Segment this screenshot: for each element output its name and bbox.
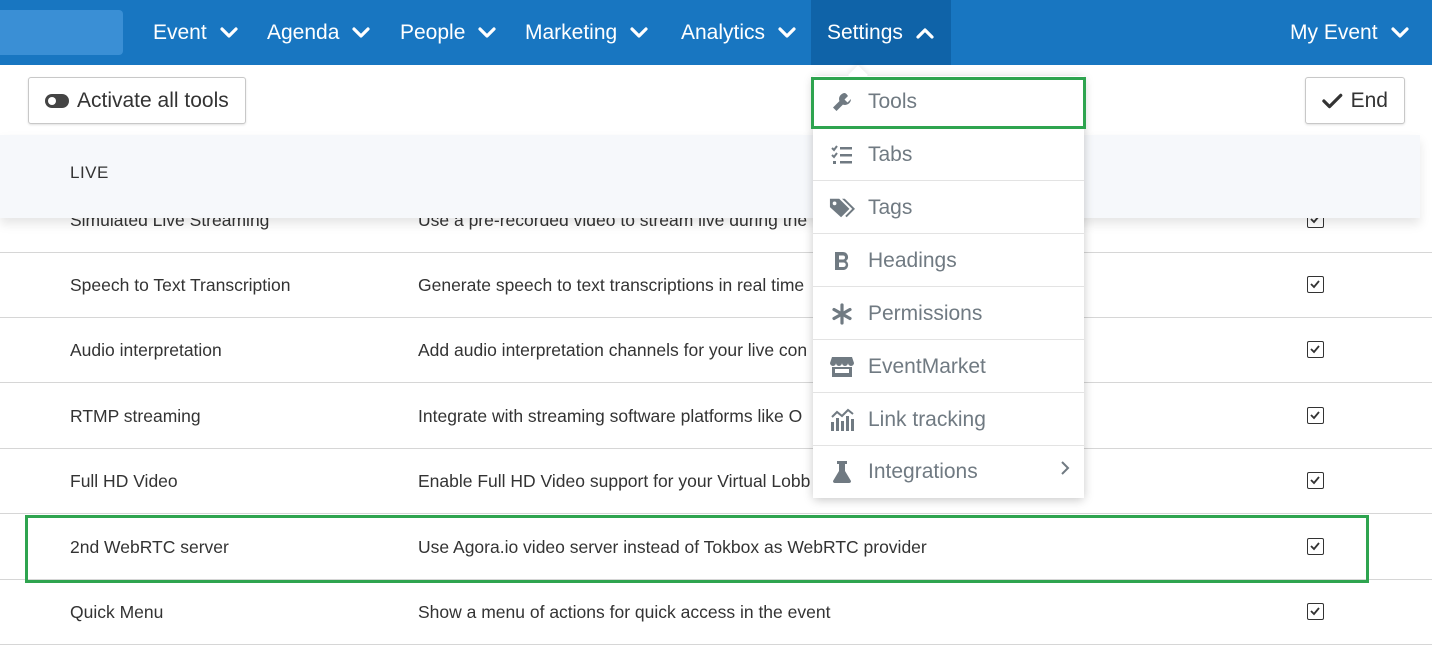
enabled-checkbox[interactable] <box>1307 603 1324 620</box>
section-header-live: LIVE <box>0 135 1420 218</box>
nav-my-event-label: My Event <box>1290 20 1378 44</box>
activate-all-tools-label: Activate all tools <box>77 88 229 112</box>
check-icon <box>1310 345 1320 354</box>
nav-event[interactable]: Event <box>153 0 239 65</box>
check-icon <box>1322 93 1343 108</box>
table-row: Full HD Video Enable Full HD Video suppo… <box>0 449 1432 514</box>
tool-description: Enable Full HD Video support for your Vi… <box>418 471 811 491</box>
chevron-right-icon <box>1061 461 1070 475</box>
end-button[interactable]: End <box>1305 77 1405 124</box>
store-icon <box>829 354 855 380</box>
menu-item-eventmarket[interactable]: EventMarket <box>813 341 1084 393</box>
check-icon <box>1310 607 1320 616</box>
menu-item-label: Tabs <box>868 142 913 166</box>
nav-people[interactable]: People <box>400 0 497 65</box>
enabled-checkbox[interactable] <box>1307 276 1324 293</box>
enabled-checkbox[interactable] <box>1307 538 1324 555</box>
menu-item-label: Integrations <box>868 460 978 483</box>
chevron-down-icon <box>778 26 796 38</box>
check-icon <box>1310 411 1320 420</box>
tool-description: Generate speech to text transcriptions i… <box>418 275 805 295</box>
list-check-icon <box>829 142 855 168</box>
menu-item-label: Permissions <box>868 301 983 325</box>
nav-analytics-label: Analytics <box>681 20 766 44</box>
enabled-checkbox[interactable] <box>1307 341 1324 358</box>
tool-name: 2nd WebRTC server <box>70 537 229 557</box>
nav-marketing[interactable]: Marketing <box>525 0 649 65</box>
menu-item-link-tracking[interactable]: Link tracking <box>813 394 1084 446</box>
menu-item-label: Headings <box>868 248 957 272</box>
chevron-down-icon <box>630 26 648 38</box>
nav-marketing-label: Marketing <box>525 20 618 44</box>
settings-dropdown-menu: Tools Tabs Tags Headings Permissions Eve… <box>813 76 1084 498</box>
tool-description: Integrate with streaming software platfo… <box>418 406 803 426</box>
menu-item-integrations[interactable]: Integrations <box>813 446 1084 498</box>
menu-item-headings[interactable]: Headings <box>813 235 1084 287</box>
wrench-icon <box>829 89 855 115</box>
chevron-down-icon <box>220 26 238 38</box>
chevron-down-icon <box>478 26 496 38</box>
asterisk-icon <box>829 301 855 327</box>
nav-people-label: People <box>400 20 466 44</box>
toolbar: Activate all tools End <box>0 65 1432 135</box>
tool-name: Speech to Text Transcription <box>70 275 291 295</box>
tool-description: Add audio interpretation channels for yo… <box>418 340 808 360</box>
tool-name: Quick Menu <box>70 602 164 622</box>
nav-agenda[interactable]: Agenda <box>267 0 371 65</box>
chevron-down-icon <box>1390 26 1409 38</box>
table-row: Speech to Text Transcription Generate sp… <box>0 253 1432 318</box>
enabled-checkbox[interactable] <box>1307 472 1324 489</box>
check-icon <box>1310 476 1320 485</box>
menu-item-label: Link tracking <box>868 407 986 431</box>
end-button-label: End <box>1350 88 1388 112</box>
toggle-icon <box>45 93 69 108</box>
tool-name: Full HD Video <box>70 471 178 491</box>
menu-item-label: EventMarket <box>868 354 986 378</box>
nav-agenda-label: Agenda <box>267 20 340 44</box>
chevron-up-icon <box>916 27 934 39</box>
menu-item-permissions[interactable]: Permissions <box>813 288 1084 340</box>
nav-event-label: Event <box>153 20 207 44</box>
tags-icon <box>829 195 855 221</box>
check-icon <box>1310 280 1320 289</box>
menu-item-tabs[interactable]: Tabs <box>813 129 1084 181</box>
activate-all-tools-button[interactable]: Activate all tools <box>28 77 246 124</box>
menu-item-tools[interactable]: Tools <box>813 76 1084 128</box>
menu-item-tags[interactable]: Tags <box>813 182 1084 234</box>
tool-name: Audio interpretation <box>70 340 222 360</box>
nav-my-event[interactable]: My Event <box>1290 0 1410 65</box>
bold-b-icon <box>829 248 855 274</box>
table-row: Quick Menu Show a menu of actions for qu… <box>0 580 1432 645</box>
chart-icon <box>829 407 855 433</box>
tool-description: Show a menu of actions for quick access … <box>418 602 831 622</box>
enabled-checkbox[interactable] <box>1307 407 1324 424</box>
table-row: 2nd WebRTC server Use Agora.io video ser… <box>0 515 1432 580</box>
nav-settings-label: Settings <box>827 20 903 44</box>
check-icon <box>1310 542 1320 551</box>
menu-item-label: Tags <box>868 195 913 219</box>
chevron-down-icon <box>352 26 371 38</box>
nav-analytics[interactable]: Analytics <box>681 0 797 65</box>
tool-description: Use Agora.io video server instead of Tok… <box>418 537 927 557</box>
flask-icon <box>829 459 855 485</box>
section-title: LIVE <box>70 163 109 182</box>
table-row: RTMP streaming Integrate with streaming … <box>0 384 1432 449</box>
tool-name: RTMP streaming <box>70 406 201 426</box>
top-navigation-bar: Event Agenda People Marketing Analytics … <box>0 0 1432 65</box>
menu-item-label: Tools <box>868 89 918 113</box>
nav-settings[interactable]: Settings <box>811 0 951 65</box>
table-row: Audio interpretation Add audio interpret… <box>0 318 1432 383</box>
logo-placeholder[interactable] <box>0 10 123 55</box>
